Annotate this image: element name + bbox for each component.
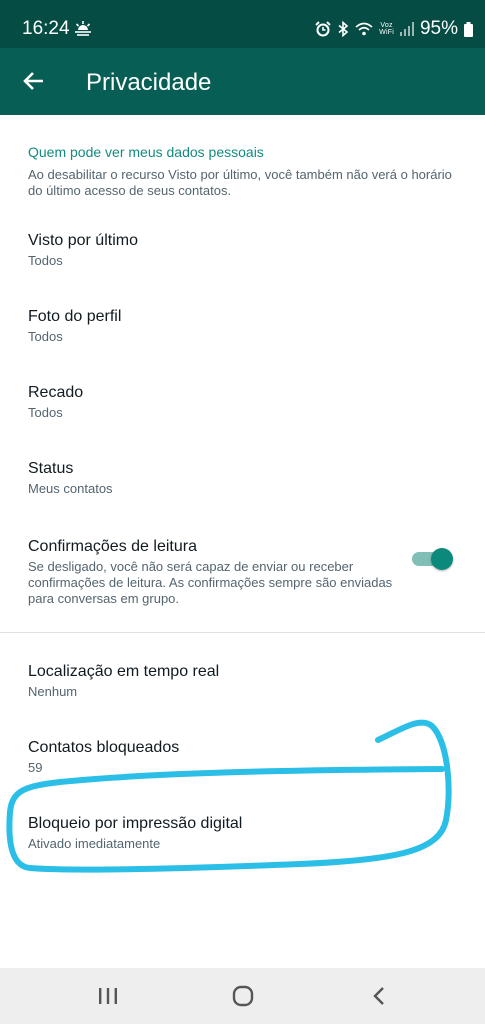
recent-apps-button[interactable] <box>84 978 132 1014</box>
setting-value: Ativado imediatamente <box>28 836 161 851</box>
alarm-icon <box>315 21 331 37</box>
battery-percent: 95% <box>419 18 458 39</box>
back-nav-button[interactable] <box>355 978 403 1014</box>
setting-value: Meus contatos <box>28 481 113 496</box>
section-description: Ao desabilitar o recurso Visto por últim… <box>28 167 452 198</box>
toggle-thumb <box>431 548 453 570</box>
setting-title: Foto do perfil <box>28 308 122 325</box>
setting-read-receipts[interactable]: Confirmações de leitura Se desligado, vo… <box>0 537 485 609</box>
setting-title: Recado <box>28 384 84 401</box>
setting-title: Localização em tempo real <box>28 663 220 680</box>
home-button[interactable] <box>219 978 267 1014</box>
sun-haze-icon <box>75 21 91 36</box>
battery-icon <box>464 21 473 37</box>
wifi-icon <box>355 22 373 36</box>
setting-status[interactable]: Status Meus contatos <box>0 459 485 507</box>
signal-icon <box>399 22 414 36</box>
setting-fingerprint-lock[interactable]: Bloqueio por impressão digital Ativado i… <box>0 814 485 862</box>
status-icons: Voz WiFi 95% <box>315 16 473 42</box>
app-bar: Privacidade <box>0 48 485 115</box>
setting-description: Se desligado, você não será capaz de env… <box>28 559 393 606</box>
setting-value: Nenhum <box>28 684 78 699</box>
setting-title: Visto por último <box>28 232 138 249</box>
setting-blocked-contacts[interactable]: Contatos bloqueados 59 <box>0 738 485 786</box>
setting-about[interactable]: Recado Todos <box>0 383 485 431</box>
section-divider <box>0 632 485 633</box>
setting-last-seen[interactable]: Visto por último Todos <box>0 231 485 279</box>
section-header: Quem pode ver meus dados pessoais <box>28 144 264 160</box>
page-title: Privacidade <box>86 69 212 96</box>
setting-title: Bloqueio por impressão digital <box>28 815 243 832</box>
system-nav-bar <box>0 968 485 1024</box>
setting-live-location[interactable]: Localização em tempo real Nenhum <box>0 662 485 710</box>
voz-label: Voz <box>380 22 393 29</box>
arrow-left-icon <box>23 72 43 90</box>
setting-value: 59 <box>28 760 43 775</box>
home-icon <box>232 985 254 1007</box>
read-receipts-toggle[interactable] <box>412 547 456 571</box>
voz-wifi-indicator: Voz WiFi <box>379 22 394 36</box>
setting-title: Contatos bloqueados <box>28 739 180 756</box>
setting-value: Todos <box>28 405 63 420</box>
chevron-left-icon <box>373 987 384 1005</box>
recent-apps-icon <box>99 988 117 1004</box>
bluetooth-icon <box>338 21 349 37</box>
status-time: 16:24 <box>22 18 70 39</box>
setting-value: Todos <box>28 253 63 268</box>
setting-value: Todos <box>28 329 63 344</box>
back-button[interactable] <box>14 61 54 101</box>
setting-profile-photo[interactable]: Foto do perfil Todos <box>0 307 485 355</box>
setting-title: Status <box>28 460 74 477</box>
status-bar: 16:24 Voz WiFi 95% <box>0 0 485 48</box>
wifi-label: WiFi <box>379 29 394 36</box>
setting-title: Confirmações de leitura <box>28 538 197 555</box>
